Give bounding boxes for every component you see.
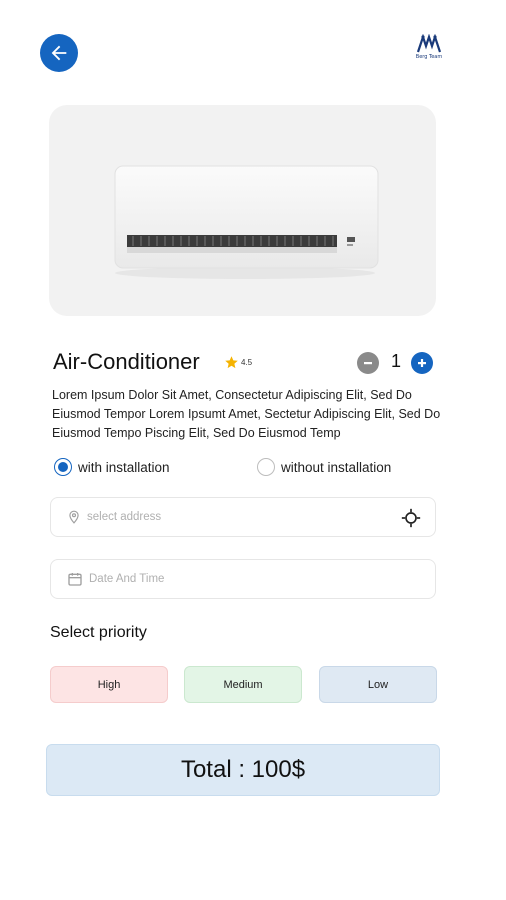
total-button[interactable]: Total : 100$ — [46, 744, 440, 796]
without-installation-label: without installation — [281, 459, 392, 475]
product-image-card — [49, 105, 436, 316]
quantity-decrease-button[interactable] — [357, 352, 379, 374]
plus-icon — [418, 359, 426, 367]
radio-with-installation[interactable] — [54, 458, 72, 476]
priority-section-title: Select priority — [50, 624, 147, 641]
product-description: Lorem Ipsum Dolor Sit Amet, Consectetur … — [52, 388, 441, 440]
address-input[interactable] — [87, 511, 435, 523]
without-installation-option[interactable]: without installation — [257, 458, 391, 476]
datetime-field[interactable] — [50, 559, 436, 599]
quantity-increase-button[interactable] — [411, 352, 433, 374]
minus-icon — [364, 362, 372, 365]
calendar-icon — [68, 573, 82, 586]
with-installation-label: with installation — [78, 459, 170, 475]
location-pin-icon — [69, 510, 79, 524]
datetime-input[interactable] — [89, 573, 435, 585]
priority-low-button[interactable]: Low — [319, 666, 437, 703]
rating-value: 4.5 — [241, 358, 253, 367]
star-icon — [225, 356, 238, 369]
with-installation-option[interactable]: with installation — [54, 458, 170, 476]
air-conditioner-image — [114, 165, 379, 279]
priority-high-button[interactable]: High — [50, 666, 168, 703]
arrow-left-icon — [51, 45, 67, 61]
locate-icon[interactable] — [401, 508, 421, 528]
quantity-value: 1 — [390, 351, 401, 371]
brand-logo: Berg Team — [408, 34, 450, 68]
address-field[interactable] — [50, 497, 436, 537]
logo-text: Berg Team — [415, 54, 443, 60]
back-button[interactable] — [40, 34, 78, 72]
radio-without-installation[interactable] — [257, 458, 275, 476]
priority-medium-button[interactable]: Medium — [184, 666, 302, 703]
product-rating: 4.5 — [224, 355, 252, 370]
product-title: Air-Conditioner — [53, 349, 200, 374]
